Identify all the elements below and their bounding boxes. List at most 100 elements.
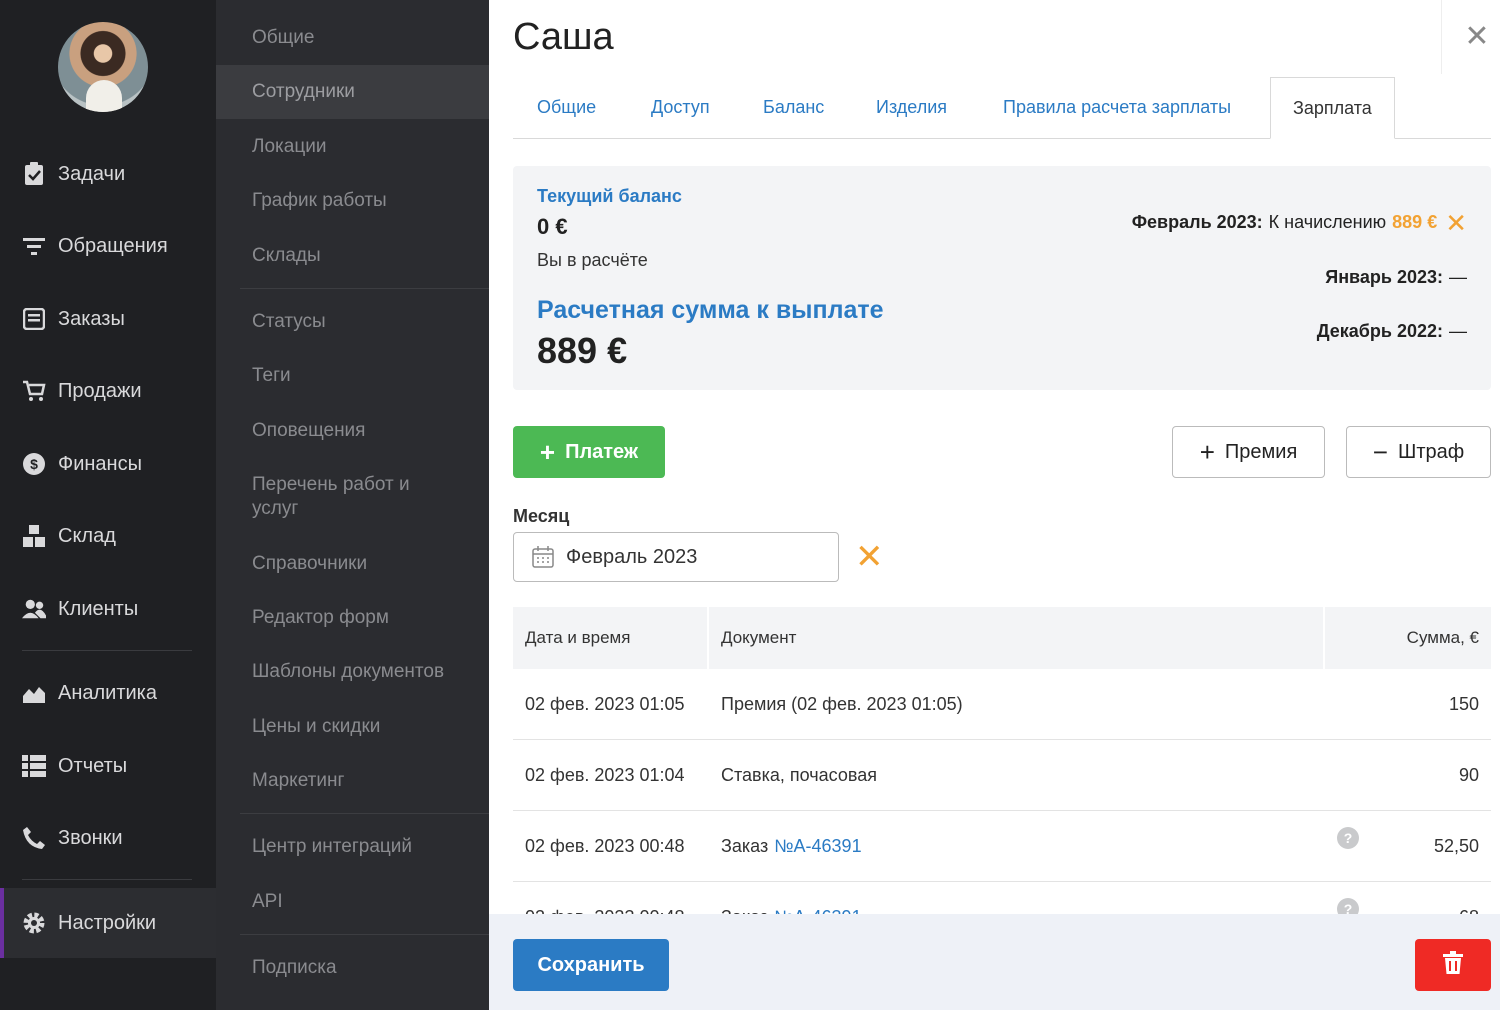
order-list-icon bbox=[22, 307, 46, 331]
users-icon bbox=[22, 597, 46, 621]
settings-item-notifications[interactable]: Оповещения bbox=[216, 419, 489, 443]
plus-icon: + bbox=[539, 437, 556, 467]
clear-month-icon[interactable]: ✕ bbox=[855, 540, 884, 574]
cell-document: Ставка, почасовая bbox=[709, 765, 1325, 786]
tab-bar: Общие Доступ Баланс Изделия Правила расч… bbox=[513, 77, 1491, 139]
add-bonus-button[interactable]: + Премия bbox=[1172, 426, 1325, 478]
close-icon[interactable]: ✕ bbox=[1462, 22, 1492, 52]
avatar[interactable] bbox=[58, 22, 148, 112]
settings-item-subscription[interactable]: Подписка bbox=[216, 956, 489, 980]
salary-table: Дата и время Документ Сумма, € 02 фев. 2… bbox=[513, 607, 1491, 953]
settings-item-form-editor[interactable]: Редактор форм bbox=[216, 606, 489, 630]
add-fine-button[interactable]: − Штраф bbox=[1346, 426, 1491, 478]
tab-salary[interactable]: Зарплата bbox=[1270, 77, 1395, 139]
nav-label: Продажи bbox=[58, 379, 142, 402]
nav-label: Отчеты bbox=[58, 754, 128, 777]
tab-products[interactable]: Изделия bbox=[876, 97, 947, 118]
settings-item-references[interactable]: Справочники bbox=[216, 552, 489, 576]
nav-label: Обращения bbox=[58, 234, 168, 257]
tab-access[interactable]: Доступ bbox=[651, 97, 710, 118]
divider bbox=[1441, 0, 1442, 74]
month-summary-jan: Январь 2023: — bbox=[1325, 267, 1467, 288]
close-icon[interactable]: ✕ bbox=[1445, 210, 1467, 236]
estimate-caption: Расчетная сумма к выплате bbox=[537, 296, 884, 324]
dollar-coin-icon: $ bbox=[22, 452, 46, 476]
button-label: Премия bbox=[1224, 440, 1298, 463]
settings-item-doc-templates[interactable]: Шаблоны документов bbox=[216, 660, 489, 684]
table-row[interactable]: 02 фев. 2023 01:05 Премия (02 фев. 2023 … bbox=[513, 669, 1491, 740]
tab-balance[interactable]: Баланс bbox=[763, 97, 824, 118]
nav-label: Настройки bbox=[58, 911, 157, 934]
settings-item-statuses[interactable]: Статусы bbox=[216, 310, 489, 334]
nav-item-calls[interactable]: Звонки bbox=[0, 808, 216, 868]
nav-item-tasks[interactable]: Задачи bbox=[0, 144, 216, 204]
help-icon[interactable]: ? bbox=[1337, 827, 1359, 849]
settings-item-schedule[interactable]: График работы bbox=[216, 189, 489, 213]
column-header-date[interactable]: Дата и время bbox=[513, 607, 709, 669]
table-row[interactable]: 02 фев. 2023 01:04 Ставка, почасовая 90 bbox=[513, 740, 1491, 811]
nav-item-analytics[interactable]: Аналитика bbox=[0, 663, 216, 723]
nav-divider bbox=[22, 650, 192, 651]
nav-item-warehouse[interactable]: Склад bbox=[0, 506, 216, 566]
month-status: К начислению bbox=[1268, 212, 1387, 232]
settings-divider bbox=[240, 813, 489, 814]
clipboard-check-icon bbox=[22, 162, 46, 186]
month-summary-dec: Декабрь 2022: — bbox=[1317, 321, 1467, 342]
footer-bar: Сохранить bbox=[489, 914, 1500, 1010]
settings-item-marketing[interactable]: Маркетинг bbox=[216, 769, 489, 793]
nav-item-clients[interactable]: Клиенты bbox=[0, 579, 216, 639]
boxes-icon bbox=[22, 524, 46, 548]
cell-date: 02 фев. 2023 01:05 bbox=[525, 693, 685, 714]
settings-menu: Общие Сотрудники Локации График работы С… bbox=[216, 0, 489, 1010]
add-payment-button[interactable]: + Платеж bbox=[513, 426, 665, 478]
tab-salary-rules[interactable]: Правила расчета зарплаты bbox=[1003, 97, 1231, 118]
settings-divider bbox=[240, 934, 489, 935]
employee-panel: Саша ✕ Общие Доступ Баланс Изделия Прави… bbox=[489, 0, 1500, 1010]
settings-item-services[interactable]: Перечень работ и услуг bbox=[216, 473, 446, 521]
settings-divider bbox=[240, 288, 489, 289]
settings-item-integrations[interactable]: Центр интеграций bbox=[216, 835, 489, 859]
delete-button[interactable] bbox=[1415, 939, 1491, 991]
order-link[interactable]: №A-46391 bbox=[774, 836, 861, 856]
nav-label: Аналитика bbox=[58, 681, 157, 704]
minus-icon: − bbox=[1372, 437, 1388, 467]
settings-item-employees[interactable]: Сотрудники bbox=[216, 65, 489, 119]
cell-sum: 150 bbox=[1448, 693, 1479, 714]
phone-icon bbox=[22, 826, 46, 850]
nav-label: Финансы bbox=[58, 452, 142, 475]
nav-item-requests[interactable]: Обращения bbox=[0, 216, 216, 276]
button-label: Платеж bbox=[565, 440, 639, 463]
document-text: Премия (02 фев. 2023 01:05) bbox=[721, 693, 963, 714]
nav-label: Склад bbox=[58, 524, 116, 547]
nav-item-sales[interactable]: Продажи bbox=[0, 361, 216, 421]
nav-item-reports[interactable]: Отчеты bbox=[0, 736, 216, 796]
settings-item-locations[interactable]: Локации bbox=[216, 135, 489, 159]
nav-label: Звонки bbox=[58, 826, 123, 849]
tab-general[interactable]: Общие bbox=[537, 97, 596, 118]
balance-subtitle: Вы в расчёте bbox=[537, 250, 648, 270]
nav-label: Задачи bbox=[58, 162, 126, 185]
table-row[interactable]: 02 фев. 2023 00:48 Заказ №A-46391 ? 52,50 bbox=[513, 811, 1491, 882]
settings-item-prices[interactable]: Цены и скидки bbox=[216, 715, 489, 739]
cart-icon bbox=[22, 379, 46, 403]
nav-item-settings[interactable]: Настройки bbox=[0, 888, 216, 958]
cell-date: 02 фев. 2023 00:48 bbox=[525, 835, 685, 856]
settings-item-warehouses[interactable]: Склады bbox=[216, 244, 489, 268]
nav-item-finance[interactable]: $ Финансы bbox=[0, 434, 216, 494]
column-header-sum[interactable]: Сумма, € bbox=[1325, 607, 1491, 669]
month-status: — bbox=[1449, 321, 1467, 341]
estimate-value: 889 € bbox=[537, 330, 628, 371]
column-header-document[interactable]: Документ bbox=[709, 607, 1325, 669]
trash-icon bbox=[1443, 950, 1463, 980]
settings-item-api[interactable]: API bbox=[216, 890, 489, 914]
nav-item-orders[interactable]: Заказы bbox=[0, 289, 216, 349]
settings-item-tags[interactable]: Теги bbox=[216, 364, 489, 388]
month-label: Декабрь 2022: bbox=[1316, 321, 1443, 341]
month-label: Январь 2023: bbox=[1325, 267, 1443, 287]
balance-card: Текущий баланс 0 € Вы в расчёте Расчетна… bbox=[513, 166, 1491, 390]
save-button[interactable]: Сохранить bbox=[513, 939, 669, 991]
month-picker[interactable]: Февраль 2023 bbox=[513, 532, 839, 582]
settings-item-general[interactable]: Общие bbox=[216, 26, 489, 50]
document-text: Ставка, почасовая bbox=[721, 764, 877, 785]
cell-sum: 90 bbox=[1458, 764, 1479, 785]
